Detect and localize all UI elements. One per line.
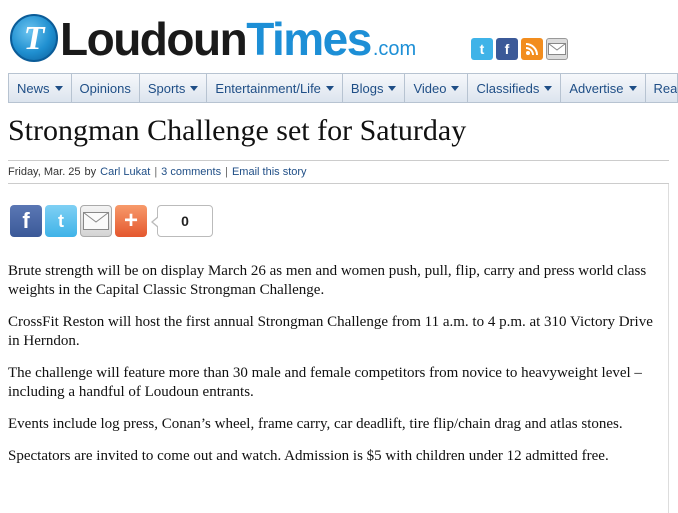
share-count: 0 (151, 205, 213, 237)
byline-separator: | (154, 166, 158, 178)
logo-word-loudoun: Loudoun (60, 13, 248, 65)
byline-by: by (84, 166, 97, 178)
rss-icon[interactable] (521, 38, 543, 60)
article-body: Brute strength will be on display March … (8, 262, 653, 479)
nav-item-news[interactable]: News (9, 74, 72, 102)
nav-label: News (17, 80, 50, 96)
author-link[interactable]: Carl Lukat (100, 166, 150, 178)
logo-word-times: Times (246, 13, 372, 65)
nav-item-entertainment[interactable]: Entertainment/Life (207, 74, 343, 102)
nav-item-advertise[interactable]: Advertise (561, 74, 646, 102)
site-logo[interactable]: Loudoun Times .com (60, 14, 416, 64)
chevron-down-icon (544, 85, 553, 91)
twitter-icon[interactable]: t (471, 38, 493, 60)
nav-item-classifieds[interactable]: Classifieds (468, 74, 562, 102)
site-header: T Loudoun Times .com t f (0, 0, 678, 72)
nav-label: Real (653, 80, 678, 96)
article-paragraph: Spectators are invited to come out and w… (8, 448, 609, 464)
email-share-button[interactable] (80, 205, 112, 237)
article-paragraph: CrossFit Reston will host the first annu… (8, 314, 653, 349)
chevron-down-icon (628, 85, 637, 91)
nav-item-video[interactable]: Video (405, 74, 469, 102)
nav-label: Blogs (350, 80, 384, 96)
article-paragraph: The challenge will feature more than 30 … (8, 365, 642, 400)
article-byline: Friday, Mar. 25 by Carl Lukat | 3 commen… (8, 160, 669, 184)
chevron-down-icon (54, 85, 63, 91)
byline-separator: | (225, 166, 228, 178)
twitter-share-button[interactable]: t (45, 205, 77, 237)
facebook-icon: f (22, 208, 30, 233)
nav-item-opinions[interactable]: Opinions (72, 74, 140, 102)
email-story-link[interactable]: Email this story (232, 166, 307, 178)
article-headline: Strongman Challenge set for Saturday (8, 114, 467, 147)
facebook-share-button[interactable]: f (10, 205, 42, 237)
chevron-down-icon (388, 85, 397, 91)
logo-badge[interactable]: T (10, 14, 58, 62)
share-toolbar: f t + 0 (10, 205, 213, 237)
nav-label: Advertise (569, 80, 624, 96)
header-social-links: t f (471, 38, 568, 60)
nav-label: Sports (147, 80, 186, 96)
article-paragraph: Events include log press, Conan’s wheel,… (8, 416, 623, 432)
nav-label: Classifieds (476, 80, 540, 96)
mail-icon (83, 212, 109, 230)
nav-label: Entertainment/Life (215, 80, 321, 96)
chevron-down-icon (190, 85, 199, 91)
nav-label: Opinions (79, 80, 131, 96)
logo-letter: T (23, 20, 45, 57)
chevron-down-icon (451, 85, 460, 91)
nav-item-blogs[interactable]: Blogs (343, 74, 406, 102)
chevron-down-icon (325, 85, 334, 91)
twitter-icon: t (58, 210, 64, 231)
logo-domain: .com (372, 38, 417, 60)
comments-link[interactable]: 3 comments (161, 166, 221, 178)
article-paragraph: Brute strength will be on display March … (8, 263, 647, 298)
nav-item-sports[interactable]: Sports (140, 74, 208, 102)
column-divider (668, 184, 669, 513)
main-nav: News Opinions Sports Entertainment/Life … (8, 73, 678, 103)
nav-label: Video (413, 80, 447, 96)
facebook-icon[interactable]: f (496, 38, 518, 60)
plus-icon: + (123, 207, 138, 234)
article-date: Friday, Mar. 25 (8, 166, 81, 178)
nav-item-real-estate[interactable]: Real (646, 74, 678, 102)
more-share-button[interactable]: + (115, 205, 147, 237)
mail-icon[interactable] (546, 38, 568, 60)
